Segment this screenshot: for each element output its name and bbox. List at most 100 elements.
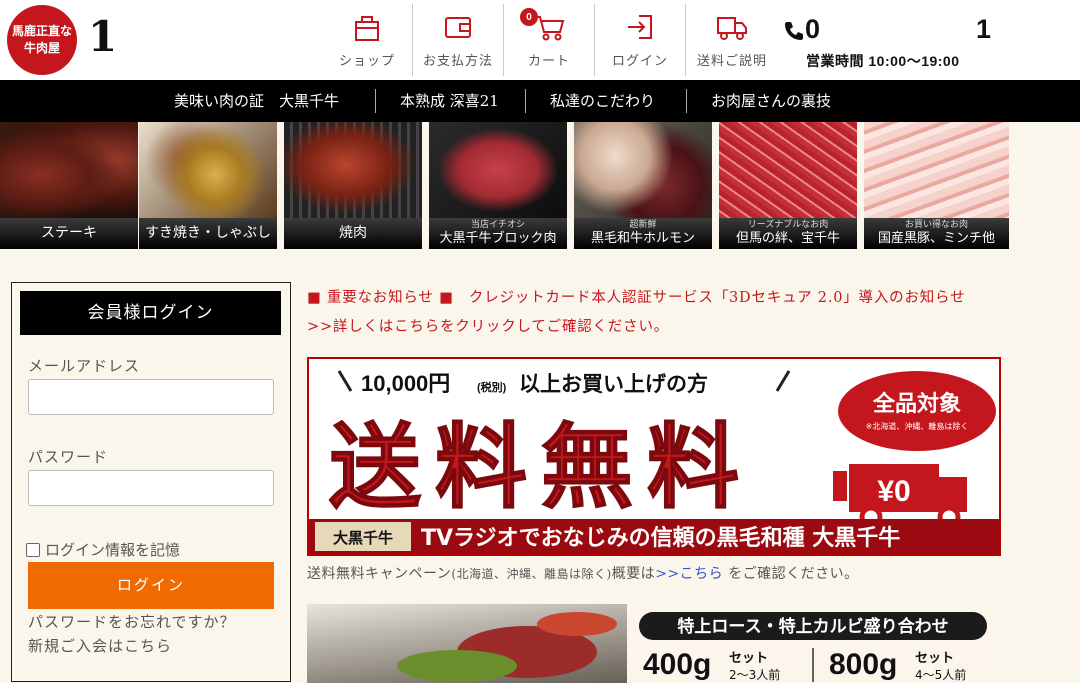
header-nav-shipping[interactable]: 送料ご説明 bbox=[686, 4, 778, 76]
category-sublabel: 当店イチオシ bbox=[470, 220, 525, 230]
business-hours: 営業時間 10:00〜19:00 bbox=[806, 53, 960, 69]
bbq-serving-2: 4〜5人前 bbox=[915, 667, 966, 682]
header-nav-login[interactable]: ログイン bbox=[595, 4, 686, 76]
password-field[interactable] bbox=[28, 470, 274, 506]
header-nav-shop[interactable]: ショップ bbox=[322, 4, 413, 76]
category-band: お買い得なお肉 国産黒豚、ミンチ他 bbox=[864, 218, 1009, 249]
category-band: リーズナブルなお肉 但馬の絆、宝千牛 bbox=[719, 218, 857, 249]
campaign-line: 送料無料キャンペーン(北海道、沖縄、離島は除く)概要は>>こちら をご確認くださ… bbox=[307, 563, 859, 583]
important-notice[interactable]: ■ 重要なお知らせ ■ クレジットカード本人認証サービス「3Dセキュア 2.0」… bbox=[307, 286, 965, 307]
category-tile-pork[interactable]: お買い得なお肉 国産黒豚、ミンチ他 bbox=[864, 122, 1009, 249]
tel-number-start[interactable]: 0 bbox=[805, 14, 820, 45]
banner-headline: 送料無料 bbox=[329, 413, 753, 521]
category-photo bbox=[284, 122, 422, 218]
category-photo bbox=[0, 122, 138, 218]
login-icon bbox=[628, 15, 652, 39]
bbq-weight-1: 400g bbox=[643, 648, 711, 681]
topnav-item-aged[interactable]: 本熟成 深喜21 bbox=[400, 80, 499, 122]
banner-tax: (税別) bbox=[477, 380, 507, 394]
campaign-text: 送料無料キャンペーン bbox=[307, 566, 452, 582]
topnav-item-commitment[interactable]: 私達のこだわり bbox=[550, 80, 655, 122]
category-photo bbox=[864, 122, 1009, 218]
category-band: 当店イチオシ 大黒千牛ブロック肉 bbox=[429, 218, 567, 249]
category-label: 黒毛和牛ホルモン bbox=[590, 231, 695, 246]
site-logo[interactable]: 馬鹿正直な 牛肉屋 bbox=[7, 5, 77, 75]
free-shipping-graphic: 10,000円 (税別) 以上お買い上げの方 送料無料 全品対象 ※北海道、沖縄… bbox=[309, 370, 999, 554]
campaign-mid: 概要は bbox=[611, 566, 656, 582]
header-nav-cart-label: カート bbox=[527, 54, 570, 69]
bbq-serving-1: 2〜3人前 bbox=[729, 667, 780, 682]
logo-line-1: 馬鹿正直な bbox=[11, 24, 72, 38]
category-label: 焼肉 bbox=[339, 225, 367, 241]
category-band: ステーキ bbox=[0, 218, 138, 249]
category-sublabel: リーズナブルなお肉 bbox=[747, 220, 829, 230]
topnav-divider bbox=[525, 89, 526, 113]
password-label: パスワード bbox=[28, 448, 109, 466]
bbq-weight-2: 800g bbox=[829, 648, 897, 681]
remember-login[interactable]: ログイン情報を記憶 bbox=[26, 539, 180, 560]
remember-label: ログイン情報を記憶 bbox=[45, 541, 181, 559]
header-nav-login-label: ログイン bbox=[611, 54, 668, 69]
category-tiles: ステーキ すき焼き・しゃぶしゃぶ 焼肉 当店イチオシ 大黒千牛ブロック肉 超新鮮… bbox=[0, 122, 1010, 249]
category-tile-steak[interactable]: ステーキ bbox=[0, 122, 138, 249]
truck-price: ¥0 bbox=[877, 475, 910, 508]
category-band: 焼肉 bbox=[284, 218, 422, 249]
category-sublabel: 超新鮮 bbox=[629, 220, 657, 230]
bbq-set-1: セット bbox=[729, 651, 768, 666]
banner-condition: 以上お買い上げの方 bbox=[519, 372, 708, 396]
header-nav-payment-label: お支払方法 bbox=[422, 54, 493, 69]
category-tile-tajima[interactable]: リーズナブルなお肉 但馬の絆、宝千牛 bbox=[719, 122, 857, 249]
category-label: 大黒千牛ブロック肉 bbox=[439, 231, 557, 246]
free-shipping-banner[interactable]: 10,000円 (税別) 以上お買い上げの方 送料無料 全品対象 ※北海道、沖縄… bbox=[307, 357, 1001, 556]
phone-icon bbox=[785, 22, 803, 40]
campaign-after: をご確認ください。 bbox=[723, 566, 859, 582]
category-photo bbox=[719, 122, 857, 218]
truck-zero-icon: ¥0 bbox=[833, 464, 967, 529]
category-label: すき焼き・しゃぶしゃぶ bbox=[145, 225, 271, 241]
topnav-item-tips[interactable]: お肉屋さんの裏技 bbox=[711, 80, 831, 122]
topnav-item-brand[interactable]: 美味い肉の証 大黒千牛 bbox=[174, 80, 339, 122]
badge-all-items: 全品対象 bbox=[872, 391, 961, 417]
bbq-title: 特上ロース・特上カルビ盛り合わせ bbox=[677, 616, 948, 637]
shop-bag-icon bbox=[355, 16, 379, 41]
category-label: 国産黒豚、ミンチ他 bbox=[877, 231, 995, 246]
badge-note: ※北海道、沖縄、離島は除く bbox=[866, 421, 969, 431]
category-tile-horumon[interactable]: 超新鮮 黒毛和牛ホルモン bbox=[574, 122, 712, 249]
register-link[interactable]: 新規ご入会はこちら bbox=[28, 635, 172, 656]
campaign-link[interactable]: >>こちら bbox=[655, 566, 723, 582]
category-photo bbox=[574, 122, 712, 218]
logo-line-2: 牛肉屋 bbox=[23, 41, 60, 55]
category-band: すき焼き・しゃぶしゃぶ bbox=[139, 218, 277, 249]
header-nav-shop-label: ショップ bbox=[338, 54, 395, 69]
category-tile-sukiyaki[interactable]: すき焼き・しゃぶしゃぶ bbox=[139, 122, 277, 249]
brand-box: 大黒千牛 bbox=[333, 529, 393, 547]
bbq-set-2: セット bbox=[915, 651, 954, 666]
email-field[interactable] bbox=[28, 379, 274, 415]
category-tile-yakiniku[interactable]: 焼肉 bbox=[284, 122, 422, 249]
category-photo bbox=[429, 122, 567, 218]
forgot-password-link[interactable]: パスワードをお忘れですか？ bbox=[28, 611, 236, 632]
site-header: 馬鹿正直な 牛肉屋 1 ショップ お支払方法 カート 0 ログイン 送料ご説明 … bbox=[0, 0, 1080, 80]
remember-checkbox[interactable] bbox=[26, 542, 40, 557]
tel-number-end[interactable]: 1 bbox=[976, 14, 991, 45]
campaign-exclusion: (北海道、沖縄、離島は除く) bbox=[451, 567, 612, 581]
brand-fragment: 1 bbox=[88, 12, 117, 61]
email-label: メールアドレス bbox=[28, 357, 141, 375]
category-tile-block[interactable]: 当店イチオシ 大黒千牛ブロック肉 bbox=[429, 122, 567, 249]
login-title: 会員様ログイン bbox=[20, 291, 281, 335]
wallet-icon bbox=[445, 17, 471, 38]
notice-details-link[interactable]: >>詳しくはこちらをクリックしてご確認ください。 bbox=[307, 315, 669, 336]
banner-amount: 10,000円 bbox=[361, 371, 450, 396]
header-nav-shipping-label: 送料ご説明 bbox=[696, 54, 767, 69]
bbq-set-banner[interactable]: 特上ロース・特上カルビ盛り合わせ 400g セット 2〜3人前 800g セット… bbox=[307, 604, 1001, 683]
header-nav-payment[interactable]: お支払方法 bbox=[413, 4, 504, 76]
cart-count-badge: 0 bbox=[520, 8, 538, 26]
category-photo bbox=[139, 122, 277, 218]
member-login-panel: 会員様ログイン メールアドレス パスワード ログイン情報を記憶 ログイン パスワ… bbox=[11, 282, 291, 682]
banner-tagline: TVラジオでおなじみの信頼の黒毛和種 大黒千牛 bbox=[421, 525, 900, 551]
category-band: 超新鮮 黒毛和牛ホルモン bbox=[574, 218, 712, 249]
category-label: ステーキ bbox=[41, 225, 97, 241]
category-sublabel: お買い得なお肉 bbox=[904, 220, 968, 230]
header-nav-cart[interactable]: カート bbox=[504, 4, 595, 76]
login-button[interactable]: ログイン bbox=[28, 562, 274, 609]
